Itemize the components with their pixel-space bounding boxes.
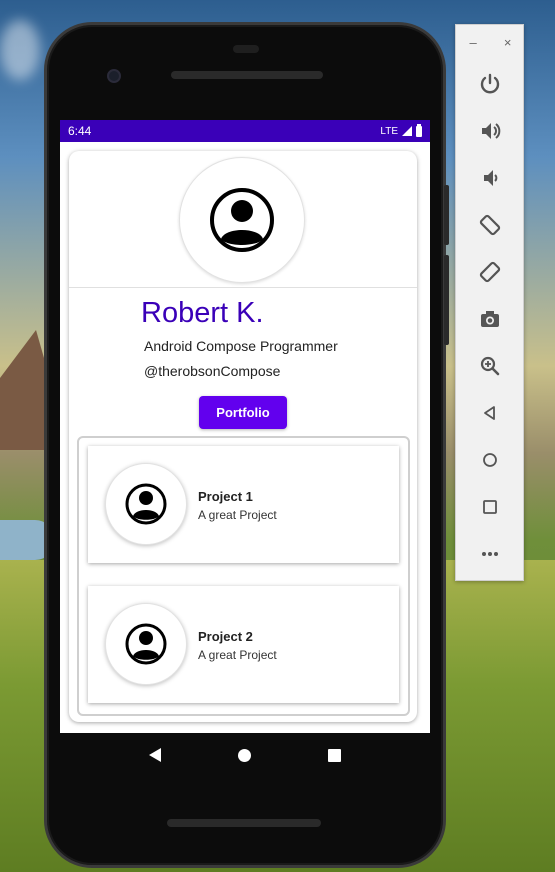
projects-list[interactable]: Project 1 A great Project Project 2 A gr… — [77, 436, 410, 716]
phone-side-button — [444, 185, 449, 245]
battery-icon — [416, 123, 422, 137]
nav-home-icon[interactable] — [237, 748, 251, 762]
project-description: A great Project — [198, 648, 277, 662]
zoom-icon[interactable] — [474, 350, 506, 382]
home-icon[interactable] — [474, 444, 506, 476]
emulator-window-controls: – × — [456, 35, 525, 50]
project-name: Project 2 — [198, 629, 253, 644]
status-icons: LTE — [380, 123, 422, 137]
device-screen: 6:44 LTE Robert K. Android Compose Progr… — [60, 120, 430, 733]
minimize-button[interactable]: – — [470, 35, 477, 50]
person-icon — [125, 483, 167, 525]
person-icon — [125, 623, 167, 665]
status-time: 6:44 — [68, 124, 92, 138]
project-name: Project 1 — [198, 489, 253, 504]
rotate-left-icon[interactable] — [474, 209, 506, 241]
divider — [69, 287, 417, 288]
phone-sensor — [233, 45, 259, 53]
project-avatar — [105, 603, 187, 685]
navigation-bar — [60, 733, 430, 777]
portfolio-button[interactable]: Portfolio — [199, 396, 287, 429]
emulator-toolbar: – × — [455, 24, 524, 581]
status-bar: 6:44 LTE — [60, 120, 430, 142]
project-card[interactable]: Project 2 A great Project — [88, 586, 399, 703]
earpiece-speaker — [171, 71, 323, 79]
profile-handle: @therobsonCompose — [144, 363, 281, 379]
more-icon[interactable] — [474, 538, 506, 570]
volume-up-icon[interactable] — [474, 115, 506, 147]
volume-down-icon[interactable] — [474, 162, 506, 194]
profile-card: Robert K. Android Compose Programmer @th… — [69, 151, 417, 722]
phone-frame: 6:44 LTE Robert K. Android Compose Progr… — [44, 22, 449, 868]
network-label: LTE — [380, 125, 398, 137]
camera-icon[interactable] — [474, 303, 506, 335]
profile-name: Robert K. — [141, 297, 264, 329]
profile-title: Android Compose Programmer — [144, 338, 338, 354]
back-icon[interactable] — [474, 397, 506, 429]
person-icon — [210, 188, 274, 252]
power-icon[interactable] — [474, 68, 506, 100]
rotate-right-icon[interactable] — [474, 256, 506, 288]
nav-back-icon[interactable] — [148, 748, 161, 762]
project-avatar — [105, 463, 187, 545]
nav-recent-apps-icon[interactable] — [328, 748, 342, 762]
front-camera — [107, 69, 121, 83]
project-description: A great Project — [198, 508, 277, 522]
bottom-speaker — [167, 819, 321, 827]
overview-icon[interactable] — [474, 491, 506, 523]
phone-side-button — [444, 255, 449, 345]
background-cloud — [0, 20, 40, 80]
profile-avatar — [179, 157, 305, 283]
close-button[interactable]: × — [504, 35, 512, 50]
signal-icon — [402, 126, 412, 136]
project-card[interactable]: Project 1 A great Project — [88, 446, 399, 563]
